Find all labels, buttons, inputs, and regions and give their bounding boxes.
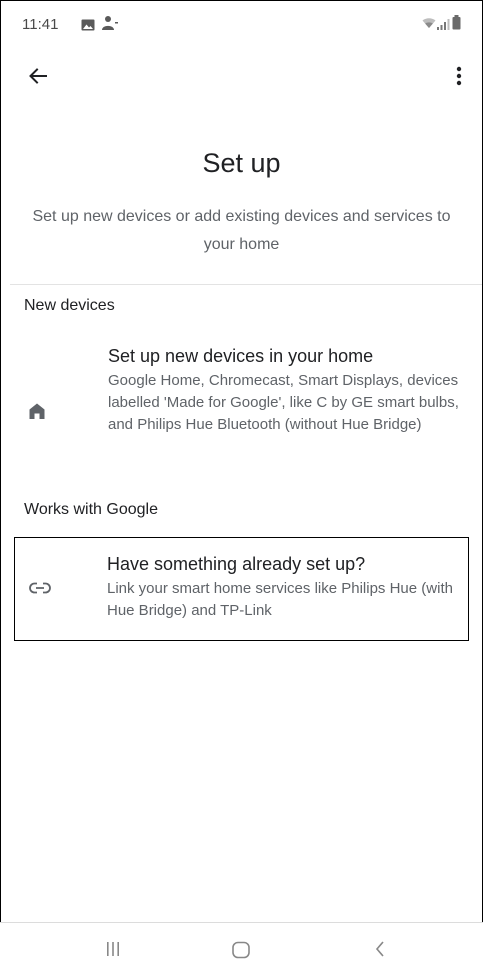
item-title: Set up new devices in your home bbox=[108, 346, 374, 366]
link-existing-services-item[interactable]: Have something already set up? Link your… bbox=[14, 537, 469, 641]
home-nav-icon[interactable] bbox=[231, 941, 251, 964]
section-header-works-with-google: Works with Google bbox=[24, 501, 158, 518]
person-icon bbox=[101, 15, 119, 36]
wifi-icon bbox=[422, 16, 436, 34]
item-text: Set up new devices in your home Google H… bbox=[108, 344, 463, 436]
item-title: Have something already set up? bbox=[107, 554, 366, 574]
battery-icon bbox=[452, 15, 461, 35]
item-text: Have something already set up? Link your… bbox=[107, 552, 462, 622]
recent-apps-icon[interactable] bbox=[106, 941, 120, 962]
page-subtitle: Set up new devices or add existing devic… bbox=[32, 208, 451, 253]
item-description: Link your smart home services like Phili… bbox=[107, 580, 453, 619]
divider bbox=[10, 284, 482, 285]
arrow-back-icon bbox=[29, 68, 47, 84]
setup-new-devices-item[interactable]: Set up new devices in your home Google H… bbox=[14, 344, 469, 480]
status-bar: 11:41 bbox=[0, 0, 483, 48]
signal-icon bbox=[437, 17, 450, 35]
gallery-icon bbox=[81, 18, 95, 36]
home-icon bbox=[28, 402, 46, 425]
screen-frame bbox=[0, 0, 483, 979]
page-title: Set up bbox=[202, 148, 281, 178]
section-header-new-devices: New devices bbox=[24, 297, 115, 314]
more-options-button[interactable] bbox=[444, 60, 474, 92]
navigation-bar bbox=[0, 922, 483, 979]
back-nav-icon[interactable] bbox=[374, 940, 386, 963]
back-button[interactable] bbox=[22, 60, 54, 92]
more-vert-icon bbox=[456, 66, 462, 86]
item-description: Google Home, Chromecast, Smart Displays,… bbox=[108, 372, 459, 433]
link-icon bbox=[29, 581, 51, 599]
status-time: 11:41 bbox=[22, 16, 59, 33]
